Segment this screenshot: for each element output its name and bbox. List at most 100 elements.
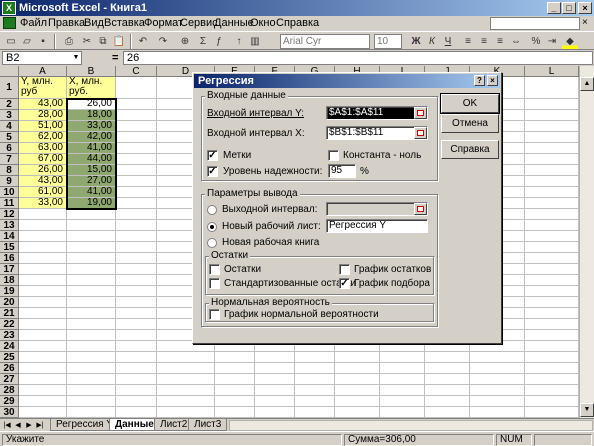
- table-cell[interactable]: [116, 363, 157, 374]
- table-cell[interactable]: [116, 407, 157, 418]
- paste-icon[interactable]: 📋: [112, 34, 126, 49]
- bold-button[interactable]: Ж: [410, 34, 422, 49]
- table-cell[interactable]: [525, 165, 579, 176]
- row-header[interactable]: 12: [0, 209, 19, 220]
- table-cell[interactable]: [525, 187, 579, 198]
- y-range-input[interactable]: $A$1:$A$11: [326, 106, 428, 120]
- row-header[interactable]: 24: [0, 341, 19, 352]
- table-cell[interactable]: [525, 154, 579, 165]
- table-cell[interactable]: [116, 330, 157, 341]
- table-cell[interactable]: [116, 297, 157, 308]
- table-cell[interactable]: [525, 132, 579, 143]
- table-cell[interactable]: [295, 352, 335, 363]
- table-cell[interactable]: [116, 396, 157, 407]
- table-cell[interactable]: [335, 396, 380, 407]
- menu-edit[interactable]: Правка: [48, 17, 85, 30]
- table-cell[interactable]: [525, 99, 579, 110]
- table-cell[interactable]: 62,00: [19, 132, 67, 143]
- x-range-input[interactable]: $B$1:$B$11: [326, 126, 428, 140]
- table-cell[interactable]: [470, 363, 525, 374]
- table-cell[interactable]: [335, 352, 380, 363]
- table-cell[interactable]: [425, 385, 470, 396]
- table-cell[interactable]: [525, 253, 579, 264]
- table-cell[interactable]: [380, 352, 425, 363]
- normal-plot-checkbox[interactable]: [209, 309, 220, 320]
- table-cell[interactable]: [425, 396, 470, 407]
- table-cell[interactable]: [525, 198, 579, 209]
- table-cell[interactable]: Y, млн. руб: [19, 77, 67, 99]
- table-cell[interactable]: [116, 319, 157, 330]
- table-cell[interactable]: [19, 275, 67, 286]
- table-cell[interactable]: [525, 209, 579, 220]
- table-cell[interactable]: [525, 297, 579, 308]
- table-cell[interactable]: [19, 297, 67, 308]
- row-header[interactable]: 7: [0, 154, 19, 165]
- minimize-button[interactable]: _: [547, 2, 561, 14]
- table-cell[interactable]: [525, 319, 579, 330]
- row-header[interactable]: 21: [0, 308, 19, 319]
- table-cell[interactable]: [67, 297, 116, 308]
- table-cell[interactable]: [67, 220, 116, 231]
- table-cell[interactable]: [19, 286, 67, 297]
- table-cell[interactable]: [116, 352, 157, 363]
- table-cell[interactable]: [116, 187, 157, 198]
- table-cell[interactable]: [67, 352, 116, 363]
- table-cell[interactable]: 26,00: [67, 99, 116, 110]
- range-select-icon[interactable]: [414, 127, 427, 139]
- table-cell[interactable]: [255, 396, 295, 407]
- table-cell[interactable]: [525, 264, 579, 275]
- table-cell[interactable]: [525, 77, 579, 99]
- table-cell[interactable]: [67, 385, 116, 396]
- table-cell[interactable]: [380, 407, 425, 418]
- row-header[interactable]: 6: [0, 143, 19, 154]
- table-cell[interactable]: [525, 121, 579, 132]
- table-cell[interactable]: [525, 363, 579, 374]
- table-cell[interactable]: [116, 121, 157, 132]
- function-icon[interactable]: ƒ: [212, 34, 226, 49]
- table-cell[interactable]: [525, 352, 579, 363]
- table-cell[interactable]: [335, 363, 380, 374]
- prev-sheet-icon[interactable]: ◀: [13, 420, 23, 431]
- next-sheet-icon[interactable]: ▶: [24, 420, 34, 431]
- table-cell[interactable]: [525, 330, 579, 341]
- table-cell[interactable]: [470, 407, 525, 418]
- new-icon[interactable]: ▭: [4, 34, 18, 49]
- hyperlink-icon[interactable]: ⊕: [178, 34, 192, 49]
- close-button[interactable]: ×: [578, 2, 592, 14]
- table-cell[interactable]: [19, 341, 67, 352]
- table-cell[interactable]: [525, 308, 579, 319]
- table-cell[interactable]: [116, 220, 157, 231]
- table-cell[interactable]: 26,00: [19, 165, 67, 176]
- table-cell[interactable]: [255, 363, 295, 374]
- table-cell[interactable]: 63,00: [19, 143, 67, 154]
- table-cell[interactable]: [19, 253, 67, 264]
- table-cell[interactable]: 19,00: [67, 198, 116, 209]
- row-header[interactable]: 9: [0, 176, 19, 187]
- merge-center-icon[interactable]: ⇔: [510, 34, 522, 49]
- table-cell[interactable]: [295, 407, 335, 418]
- ok-button[interactable]: OK: [440, 93, 500, 114]
- table-cell[interactable]: [157, 363, 215, 374]
- table-cell[interactable]: [525, 385, 579, 396]
- row-header[interactable]: 4: [0, 121, 19, 132]
- table-cell[interactable]: [525, 286, 579, 297]
- table-cell[interactable]: [380, 396, 425, 407]
- help-question-icon[interactable]: ?: [474, 75, 485, 86]
- table-cell[interactable]: 61,00: [19, 187, 67, 198]
- table-cell[interactable]: [116, 77, 157, 99]
- row-header[interactable]: 26: [0, 363, 19, 374]
- fill-color-icon[interactable]: ◆: [562, 34, 578, 49]
- residuals-checkbox[interactable]: [209, 264, 220, 275]
- row-header[interactable]: 29: [0, 396, 19, 407]
- table-cell[interactable]: [67, 341, 116, 352]
- table-cell[interactable]: [116, 374, 157, 385]
- table-cell[interactable]: 41,00: [67, 143, 116, 154]
- table-cell[interactable]: [67, 253, 116, 264]
- table-cell[interactable]: [67, 330, 116, 341]
- open-icon[interactable]: ▱: [20, 34, 34, 49]
- table-cell[interactable]: [67, 231, 116, 242]
- row-header[interactable]: 14: [0, 231, 19, 242]
- percent-icon[interactable]: %: [530, 34, 542, 49]
- table-cell[interactable]: 41,00: [67, 187, 116, 198]
- table-cell[interactable]: [116, 308, 157, 319]
